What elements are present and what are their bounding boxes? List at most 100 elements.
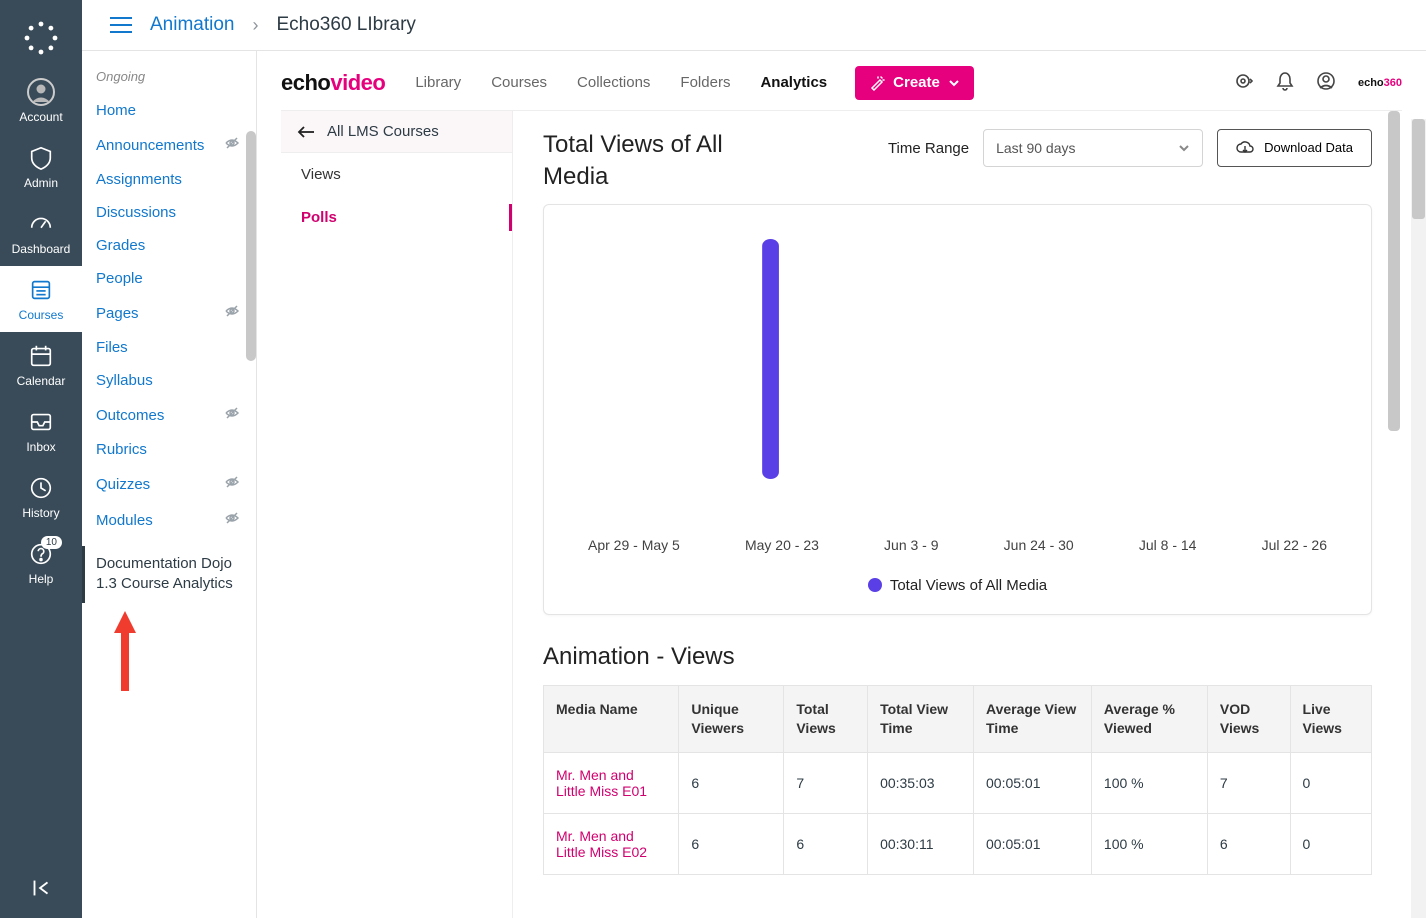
nav-account-label: Account [19,110,62,124]
nav-calendar[interactable]: Calendar [0,332,82,398]
table-row: Mr. Men and Little Miss E01 6 7 00:35:0300:… [544,752,1372,813]
table-cell: 6 [1207,813,1290,874]
sidebar-item-label: Outcomes [96,407,164,424]
chart-xtick: Jun 3 - 9 [884,537,938,553]
nav-history[interactable]: History [0,464,82,530]
table-cell: 100 % [1091,813,1207,874]
table-cell: 00:05:01 [974,752,1092,813]
page-header: Animation › Echo360 LIbrary [82,0,1426,51]
profile-icon[interactable] [1316,71,1336,94]
nav-account[interactable]: Account [0,68,82,134]
settings-gear-icon[interactable] [1234,71,1254,94]
sidebar-item-syllabus[interactable]: Syllabus [82,364,250,397]
echo-nav-analytics[interactable]: Analytics [760,74,827,91]
download-data-button[interactable]: Download Data [1217,129,1372,167]
create-button[interactable]: Create [855,66,974,100]
table-cell: 00:35:03 [868,752,974,813]
time-range-select[interactable]: Last 90 days [983,129,1203,167]
sidebar-item-label: Grades [96,237,145,254]
sidebar-item-rubrics[interactable]: Rubrics [82,433,250,466]
table-header: Unique Viewers [679,685,784,752]
sidebar-item-label: Syllabus [96,372,153,389]
nav-admin[interactable]: Admin [0,134,82,200]
echo-tab-views[interactable]: Views [281,153,512,196]
nav-admin-label: Admin [24,176,58,190]
sidebar-item-label: Announcements [96,137,204,154]
echo-nav-folders[interactable]: Folders [680,74,730,91]
sidebar-item-label: Discussions [96,204,176,221]
chart-x-axis: Apr 29 - May 5May 20 - 23Jun 3 - 9Jun 24… [574,529,1341,553]
echo-tab-polls[interactable]: Polls [281,196,512,239]
create-button-label: Create [893,74,940,91]
nav-courses-label: Courses [19,308,64,322]
echo-app: echovideo Library Courses Collections Folde… [257,51,1426,918]
table-cell: 0 [1290,752,1371,813]
hidden-eye-icon [224,135,240,155]
table-cell: 6 [679,752,784,813]
nav-calendar-label: Calendar [17,374,66,388]
sidebar-item-files[interactable]: Files [82,331,250,364]
nav-collapse-button[interactable] [28,861,54,918]
echovideo-logo[interactable]: echovideo [281,70,407,96]
table-header: Media Name [544,685,679,752]
echo-nav-courses[interactable]: Courses [491,74,547,91]
sidebar-item-quizzes[interactable]: Quizzes [82,466,250,502]
sidebar-item-label: Quizzes [96,476,150,493]
chart-xtick: Jun 24 - 30 [1004,537,1074,553]
echo-nav-collections[interactable]: Collections [577,74,650,91]
table-header: Live Views [1290,685,1371,752]
sidebar-item-label: Pages [96,305,139,322]
table-cell: Mr. Men and Little Miss E02 [544,813,679,874]
help-badge: 10 [41,536,62,549]
time-range-label: Time Range [888,140,969,157]
sidebar-item-pages[interactable]: Pages [82,295,250,331]
echo-scrollbar[interactable] [1388,111,1400,918]
canvas-logo-icon[interactable] [21,18,61,58]
sidebar-item-grades[interactable]: Grades [82,229,250,262]
echo-nav-library[interactable]: Library [415,74,461,91]
sidebar-item-label: Assignments [96,171,182,188]
nav-help[interactable]: 10 Help [0,530,82,596]
table-cell: 7 [1207,752,1290,813]
global-nav: Account Admin Dashboard Courses Calendar… [0,0,82,918]
echo-subnav: All LMS Courses ViewsPolls [281,111,513,918]
download-label: Download Data [1264,141,1353,156]
table-cell: 100 % [1091,752,1207,813]
media-link[interactable]: Mr. Men and Little Miss E02 [556,828,647,860]
sidebar-section-label: Ongoing [82,69,250,94]
sidebar-item-label: Rubrics [96,441,147,458]
sidebar-item-discussions[interactable]: Discussions [82,196,250,229]
sidebar-item-people[interactable]: People [82,262,250,295]
table-header: Total Views [784,685,868,752]
hidden-eye-icon [224,474,240,494]
media-link[interactable]: Mr. Men and Little Miss E01 [556,767,647,799]
nav-dashboard-label: Dashboard [12,242,71,256]
sidebar-item-outcomes[interactable]: Outcomes [82,397,250,433]
sidebar-item-announcements[interactable]: Announcements [82,127,250,163]
nav-inbox[interactable]: Inbox [0,398,82,464]
dashboard-icon [27,210,55,238]
hamburger-button[interactable] [110,17,132,33]
nav-help-label: Help [29,572,54,586]
table-cell: Mr. Men and Little Miss E01 [544,752,679,813]
sidebar-item-assignments[interactable]: Assignments [82,163,250,196]
time-range-value: Last 90 days [996,140,1075,156]
breadcrumb-course[interactable]: Animation [150,14,235,36]
sidebar-item-home[interactable]: Home [82,94,250,127]
sidebar-item-label: Modules [96,512,153,529]
nav-dashboard[interactable]: Dashboard [0,200,82,266]
sidebar-item-active[interactable]: Documentation Dojo 1.3 Course Analytics [82,546,250,603]
nav-courses[interactable]: Courses [0,266,82,332]
table-cell: 0 [1290,813,1371,874]
courses-icon [27,276,55,304]
inbox-icon [27,408,55,436]
hidden-eye-icon [224,510,240,530]
sidebar-item-modules[interactable]: Modules [82,502,250,538]
sidebar-item-label: People [96,270,143,287]
sidebar-scrollbar[interactable] [246,131,256,361]
notifications-icon[interactable] [1276,71,1294,94]
back-to-courses[interactable]: All LMS Courses [281,111,512,153]
document-scrollbar[interactable] [1411,119,1426,918]
nav-history-label: History [22,506,59,520]
chevron-down-icon [1178,142,1190,154]
